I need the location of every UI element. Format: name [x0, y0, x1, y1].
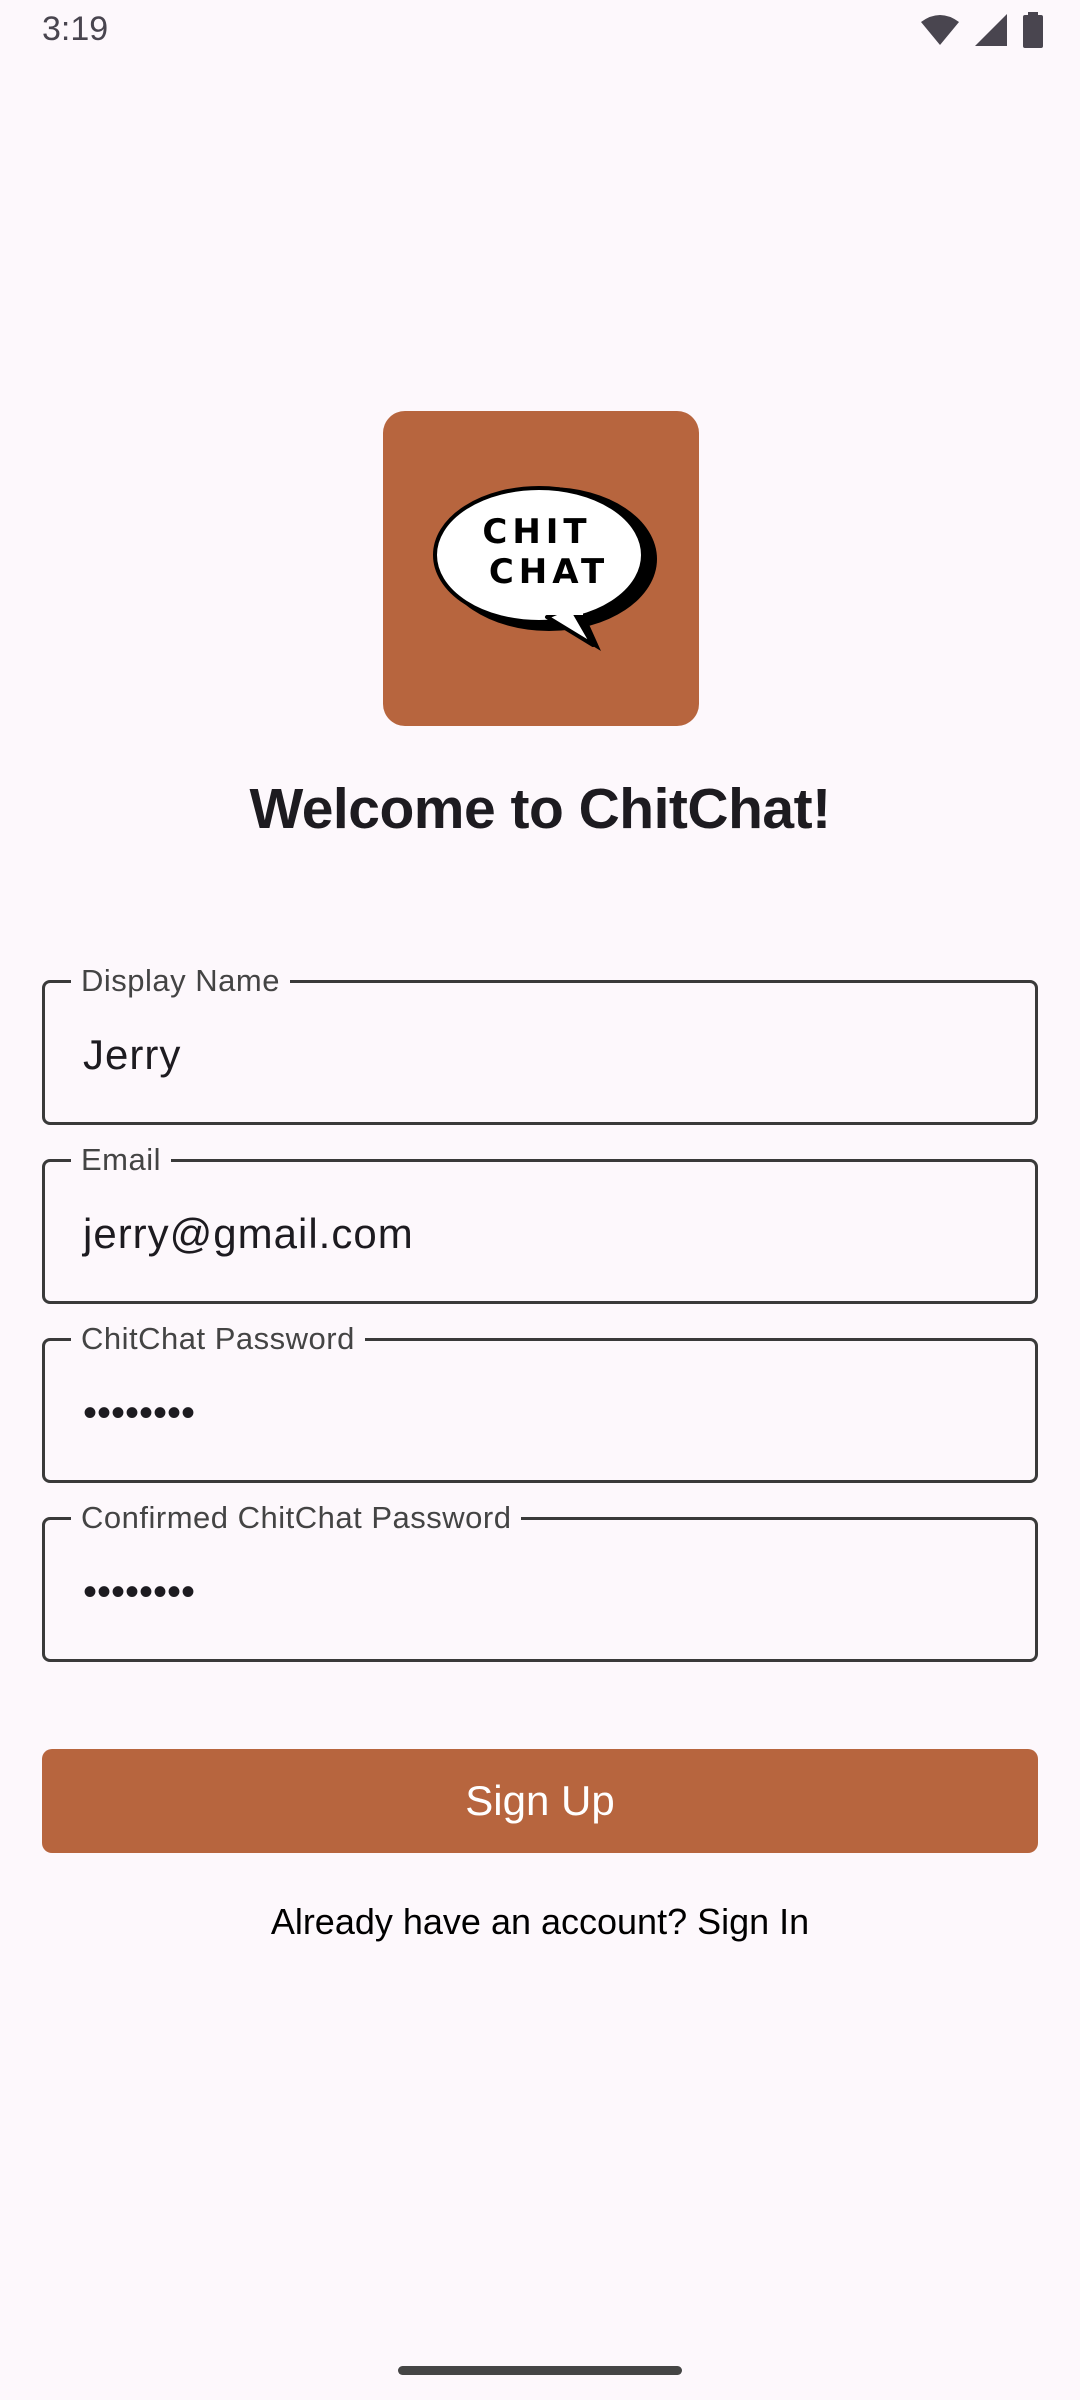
- display-name-label: Display Name: [71, 961, 290, 1001]
- gesture-navigation-handle[interactable]: [398, 2366, 682, 2375]
- password-label: ChitChat Password: [71, 1319, 365, 1359]
- sign-in-link[interactable]: Already have an account? Sign In: [0, 1901, 1080, 1943]
- confirm-password-field[interactable]: Confirmed ChitChat Password ••••••••: [42, 1498, 1038, 1662]
- battery-icon: [1022, 11, 1044, 53]
- status-time: 3:19: [42, 10, 109, 48]
- status-icons: [920, 11, 1044, 53]
- confirm-password-value: ••••••••: [83, 1570, 196, 1614]
- password-value: ••••••••: [83, 1391, 196, 1435]
- email-field[interactable]: Email jerry@gmail.com: [42, 1140, 1038, 1304]
- welcome-title: Welcome to ChitChat!: [249, 777, 831, 841]
- sign-up-button[interactable]: Sign Up: [42, 1749, 1038, 1853]
- password-field[interactable]: ChitChat Password ••••••••: [42, 1319, 1038, 1483]
- sign-up-screen: 3:19 CHIT CHAT Welcome to ChitChat! Disp…: [0, 0, 1080, 2400]
- app-logo: CHIT CHAT: [383, 411, 699, 726]
- confirm-password-label: Confirmed ChitChat Password: [71, 1498, 522, 1538]
- display-name-field[interactable]: Display Name Jerry: [42, 961, 1038, 1125]
- email-label: Email: [71, 1140, 172, 1180]
- logo-text-chit: CHIT: [482, 512, 591, 552]
- display-name-value: Jerry: [83, 1031, 182, 1078]
- speech-bubble-icon: CHIT CHAT: [433, 486, 657, 651]
- cellular-signal-icon: [974, 13, 1008, 52]
- email-value: jerry@gmail.com: [83, 1210, 414, 1257]
- wifi-icon: [920, 14, 960, 51]
- logo-text-chat: CHAT: [489, 552, 609, 592]
- status-bar: 3:19: [0, 0, 1080, 64]
